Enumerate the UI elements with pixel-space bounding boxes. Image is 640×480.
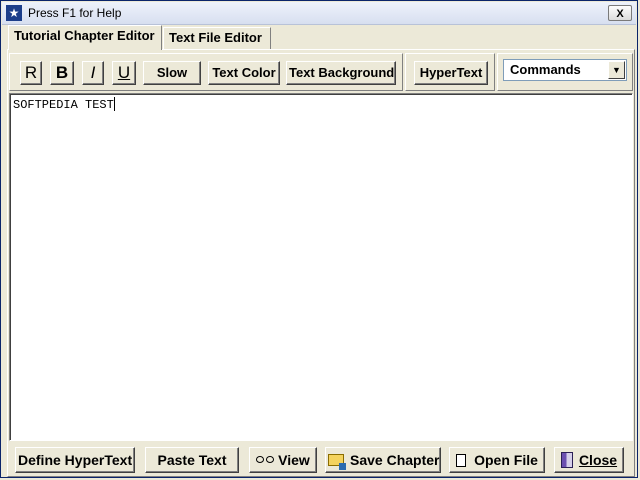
commands-select[interactable]: Commands ▼ [503,59,627,81]
folder-save-icon [328,454,346,470]
define-hypertext-label: Define HyperText [18,452,133,468]
slow-button[interactable]: Slow [143,61,201,85]
underline-button[interactable]: U [112,61,136,85]
document-icon [456,454,467,467]
tab-text-file-editor[interactable]: Text File Editor [163,27,271,49]
define-hypertext-button[interactable]: Define HyperText [15,447,135,473]
main-window: ★ Press F1 for Help X Tutorial Chapter E… [0,0,638,478]
bold-button[interactable]: B [50,61,74,85]
bottom-action-bar: Define HyperText Paste Text View Save Ch… [9,443,633,477]
italic-button[interactable]: I [82,61,104,85]
commands-select-value: Commands [510,62,581,77]
text-background-button[interactable]: Text Background [286,61,396,85]
save-chapter-button[interactable]: Save Chapter [325,447,441,473]
star-app-icon[interactable]: ★ [6,5,22,21]
open-file-button[interactable]: Open File [449,447,545,473]
text-color-button[interactable]: Text Color [208,61,280,85]
regular-button[interactable]: R [20,61,42,85]
hypertext-button[interactable]: HyperText [414,61,488,85]
close-button[interactable]: Close [554,447,624,473]
door-exit-icon [560,452,573,468]
paste-text-label: Paste Text [157,452,227,468]
editor-text: SOFTPEDIA TEST [13,98,114,112]
title-bar[interactable]: ★ Press F1 for Help X [2,2,636,25]
window-close-button[interactable]: X [608,5,632,21]
chapter-text-editor[interactable]: SOFTPEDIA TEST [9,93,633,441]
glasses-icon [256,455,275,464]
save-chapter-label: Save Chapter [350,452,440,468]
tab-tutorial-chapter-editor[interactable]: Tutorial Chapter Editor [8,25,162,50]
open-file-label: Open File [474,452,538,468]
chevron-down-icon[interactable]: ▼ [608,61,625,79]
formatting-toolbar: R B I U Slow Text Color Text Background … [9,53,633,93]
view-button[interactable]: View [249,447,317,473]
window-title: Press F1 for Help [28,6,122,20]
paste-text-button[interactable]: Paste Text [145,447,239,473]
text-caret [113,97,115,111]
format-button-group: R B I U Slow Text Color Text Background [9,53,403,91]
view-label: View [278,452,310,468]
editor-content[interactable]: SOFTPEDIA TEST [13,97,115,112]
hypertext-button-group: HyperText [405,53,495,91]
close-label: Close [578,452,618,468]
